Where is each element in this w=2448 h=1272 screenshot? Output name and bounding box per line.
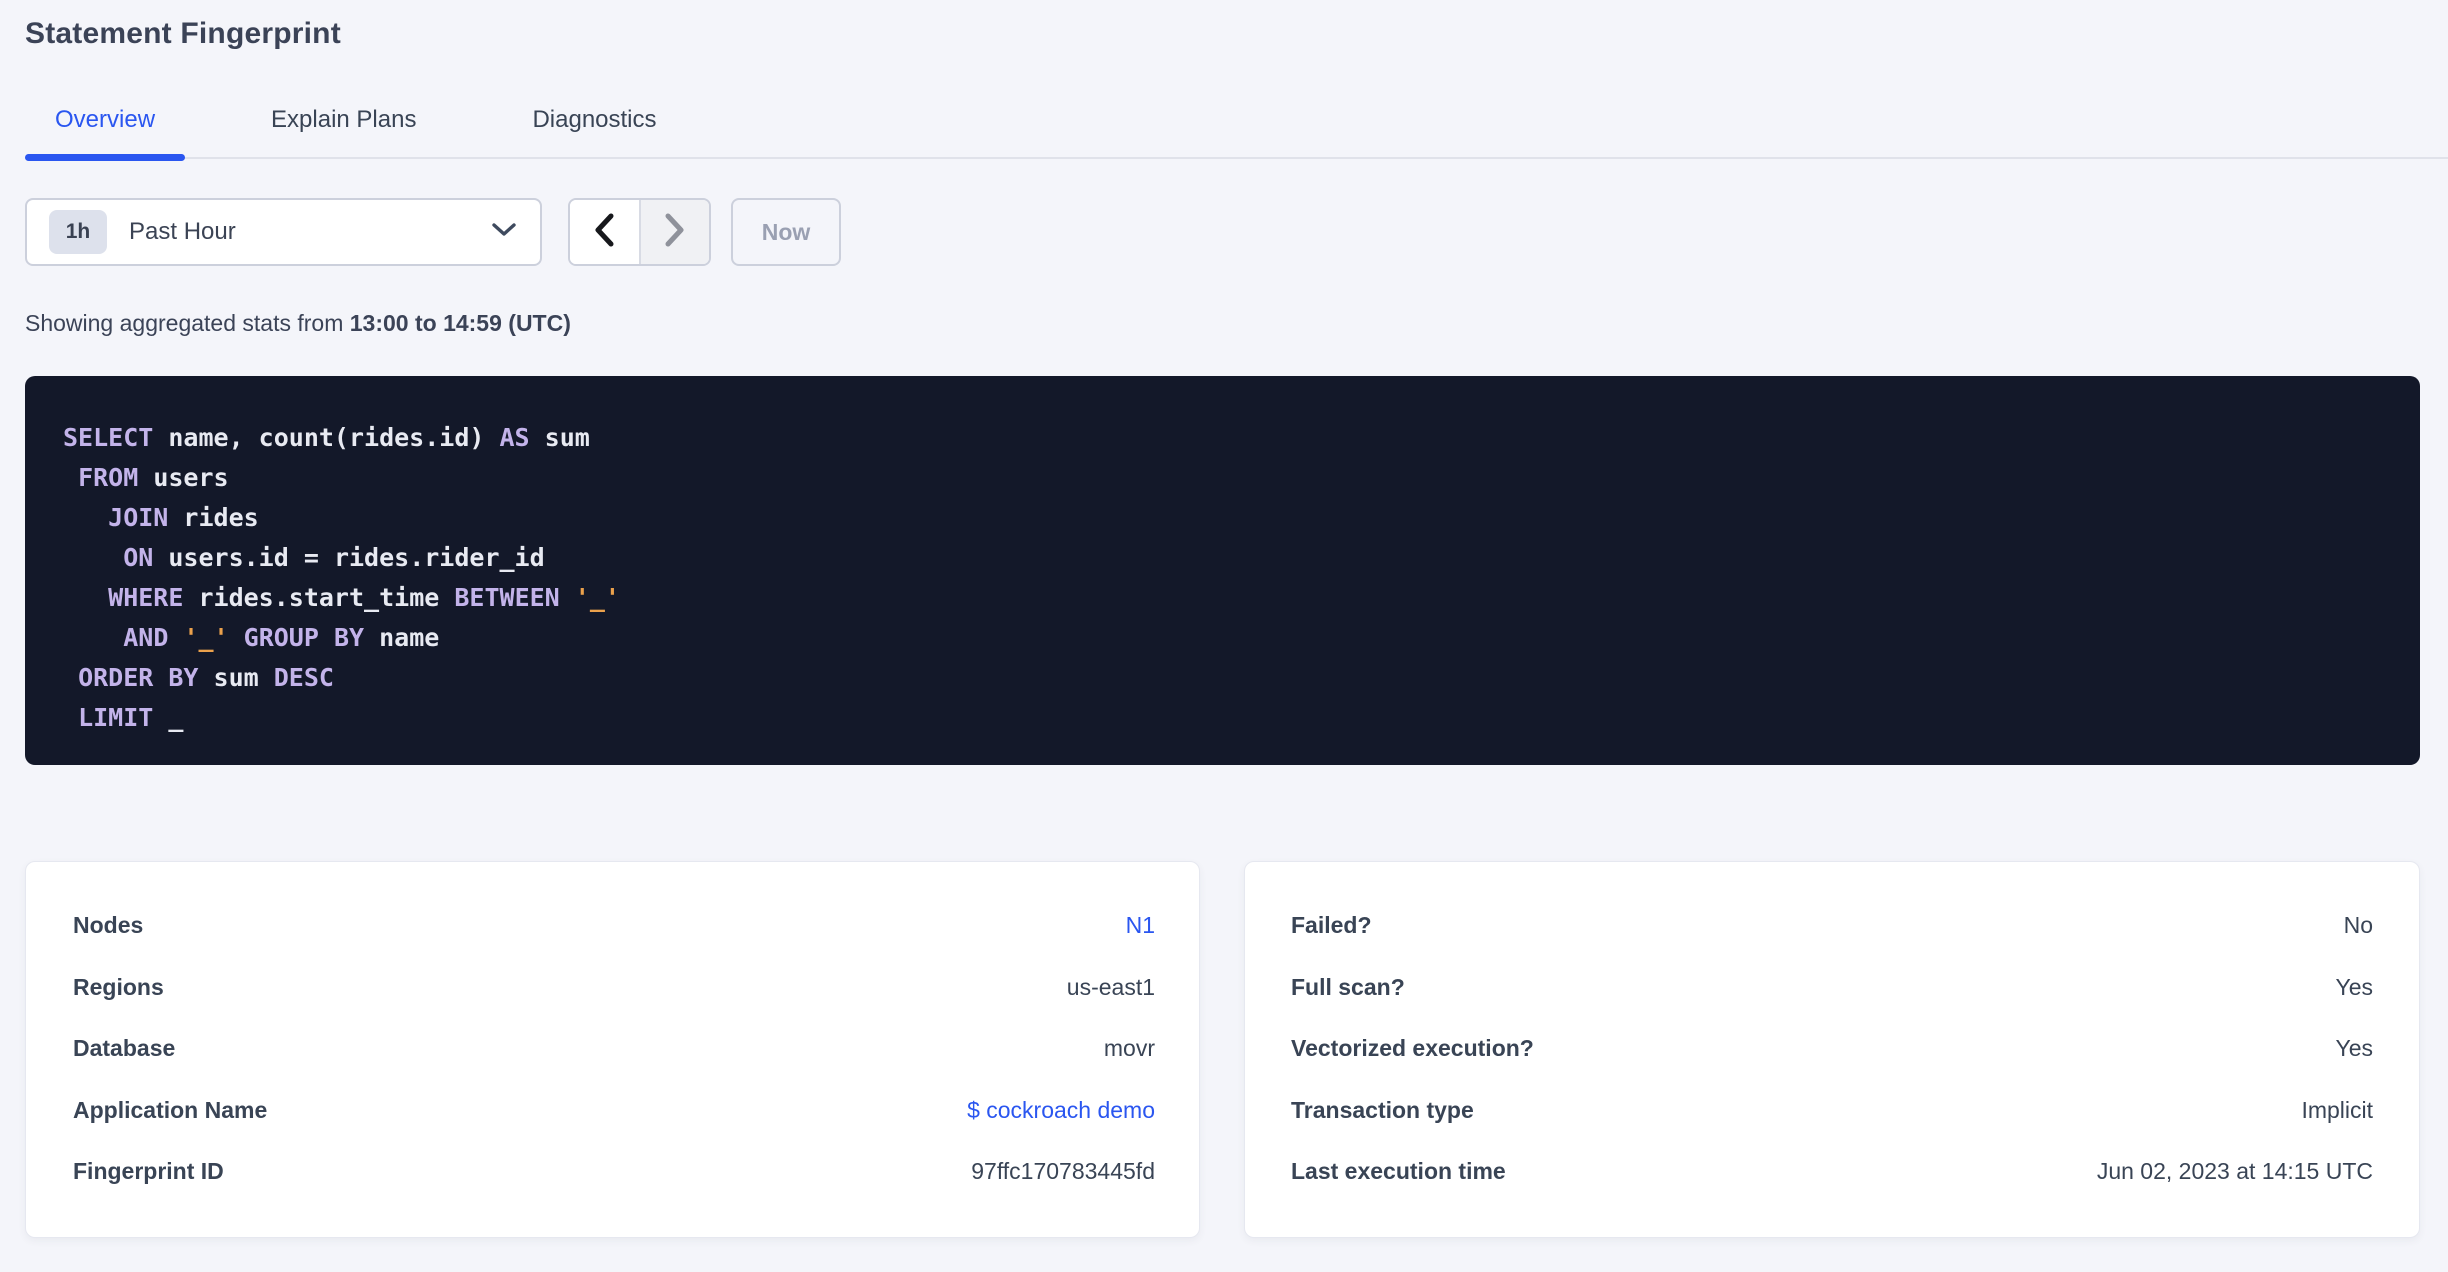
row-nodes-label: Nodes bbox=[73, 912, 144, 938]
row-vectorized-execution: Vectorized execution? Yes bbox=[1291, 1018, 2373, 1079]
row-application-name-label: Application Name bbox=[73, 1096, 268, 1123]
row-transaction-type-label: Transaction type bbox=[1291, 1096, 1474, 1123]
row-fingerprint-id: Fingerprint ID 97ffc170783445fd bbox=[73, 1141, 1155, 1202]
row-database-label: Database bbox=[73, 1035, 176, 1061]
row-transaction-type: Transaction type Implicit bbox=[1291, 1080, 2373, 1141]
time-range-dropdown[interactable]: 1h Past Hour bbox=[25, 198, 542, 266]
row-regions-label: Regions bbox=[73, 973, 164, 1000]
row-regions: Regions us-east1 bbox=[73, 957, 1155, 1018]
row-nodes: Nodes N1 bbox=[73, 895, 1155, 956]
time-range-badge: 1h bbox=[49, 210, 107, 254]
execution-attributes-card: Failed? No Full scan? Yes Vectorized exe… bbox=[1244, 861, 2420, 1238]
row-fingerprint-id-label: Fingerprint ID bbox=[73, 1158, 224, 1184]
row-fingerprint-id-value: 97ffc170783445fd bbox=[971, 1158, 1155, 1184]
time-toolbar: 1h Past Hour Now bbox=[25, 198, 2448, 266]
row-full-scan-value: Yes bbox=[2335, 973, 2373, 1000]
row-transaction-type-value: Implicit bbox=[2301, 1096, 2373, 1123]
tab-overview[interactable]: Overview bbox=[25, 106, 186, 161]
tab-explain-plans-label: Explain Plans bbox=[271, 106, 417, 133]
row-vectorized-execution-value: Yes bbox=[2335, 1035, 2373, 1061]
tab-bar: Overview Explain Plans Diagnostics bbox=[25, 106, 2448, 161]
row-last-execution-time-value: Jun 02, 2023 at 14:15 UTC bbox=[2096, 1158, 2373, 1184]
tab-overview-label: Overview bbox=[55, 106, 156, 133]
application-name-link[interactable]: $ cockroach demo bbox=[967, 1097, 1155, 1124]
row-full-scan: Full scan? Yes bbox=[1291, 957, 2373, 1018]
tab-diagnostics-label: Diagnostics bbox=[532, 106, 657, 133]
row-last-execution-time: Last execution time Jun 02, 2023 at 14:1… bbox=[1291, 1141, 2373, 1202]
row-database: Database movr bbox=[73, 1018, 1155, 1079]
row-last-execution-time-label: Last execution time bbox=[1291, 1158, 1506, 1184]
row-vectorized-execution-label: Vectorized execution? bbox=[1291, 1035, 1534, 1061]
row-database-value: movr bbox=[1103, 1035, 1155, 1061]
stats-caption-prefix: Showing aggregated stats from bbox=[25, 310, 350, 336]
tab-diagnostics[interactable]: Diagnostics bbox=[502, 107, 686, 157]
row-failed: Failed? No bbox=[1291, 895, 2373, 956]
page-title: Statement Fingerprint bbox=[25, 17, 341, 50]
chevron-down-icon bbox=[492, 222, 516, 242]
statement-attributes-card: Nodes N1 Regions us-east1 Database movr … bbox=[25, 861, 1200, 1238]
now-button[interactable]: Now bbox=[731, 198, 841, 266]
prev-time-button[interactable] bbox=[570, 200, 639, 264]
nodes-link[interactable]: N1 bbox=[1126, 912, 1155, 939]
statement-fingerprint-page: Statement Fingerprint Overview Explain P… bbox=[0, 16, 2448, 1272]
sql-statement-code: SELECT name, count(rides.id) AS sum FROM… bbox=[63, 423, 620, 732]
row-full-scan-label: Full scan? bbox=[1291, 973, 1405, 1000]
tab-explain-plans[interactable]: Explain Plans bbox=[241, 107, 446, 157]
row-failed-label: Failed? bbox=[1291, 912, 1372, 938]
aggregated-stats-caption: Showing aggregated stats from 13:00 to 1… bbox=[25, 308, 2448, 338]
chevron-left-icon bbox=[593, 213, 615, 252]
sql-statement-box: SELECT name, count(rides.id) AS sum FROM… bbox=[25, 376, 2420, 765]
chevron-right-icon bbox=[664, 213, 686, 252]
time-step-button-group bbox=[568, 198, 711, 266]
time-range-label: Past Hour bbox=[129, 218, 236, 245]
row-regions-value: us-east1 bbox=[1066, 973, 1155, 1000]
next-time-button[interactable] bbox=[638, 200, 709, 264]
row-failed-value: No bbox=[2343, 912, 2373, 938]
detail-cards: Nodes N1 Regions us-east1 Database movr … bbox=[25, 861, 2448, 1238]
stats-caption-range: 13:00 to 14:59 (UTC) bbox=[349, 310, 571, 336]
row-application-name: Application Name $ cockroach demo bbox=[73, 1080, 1155, 1141]
